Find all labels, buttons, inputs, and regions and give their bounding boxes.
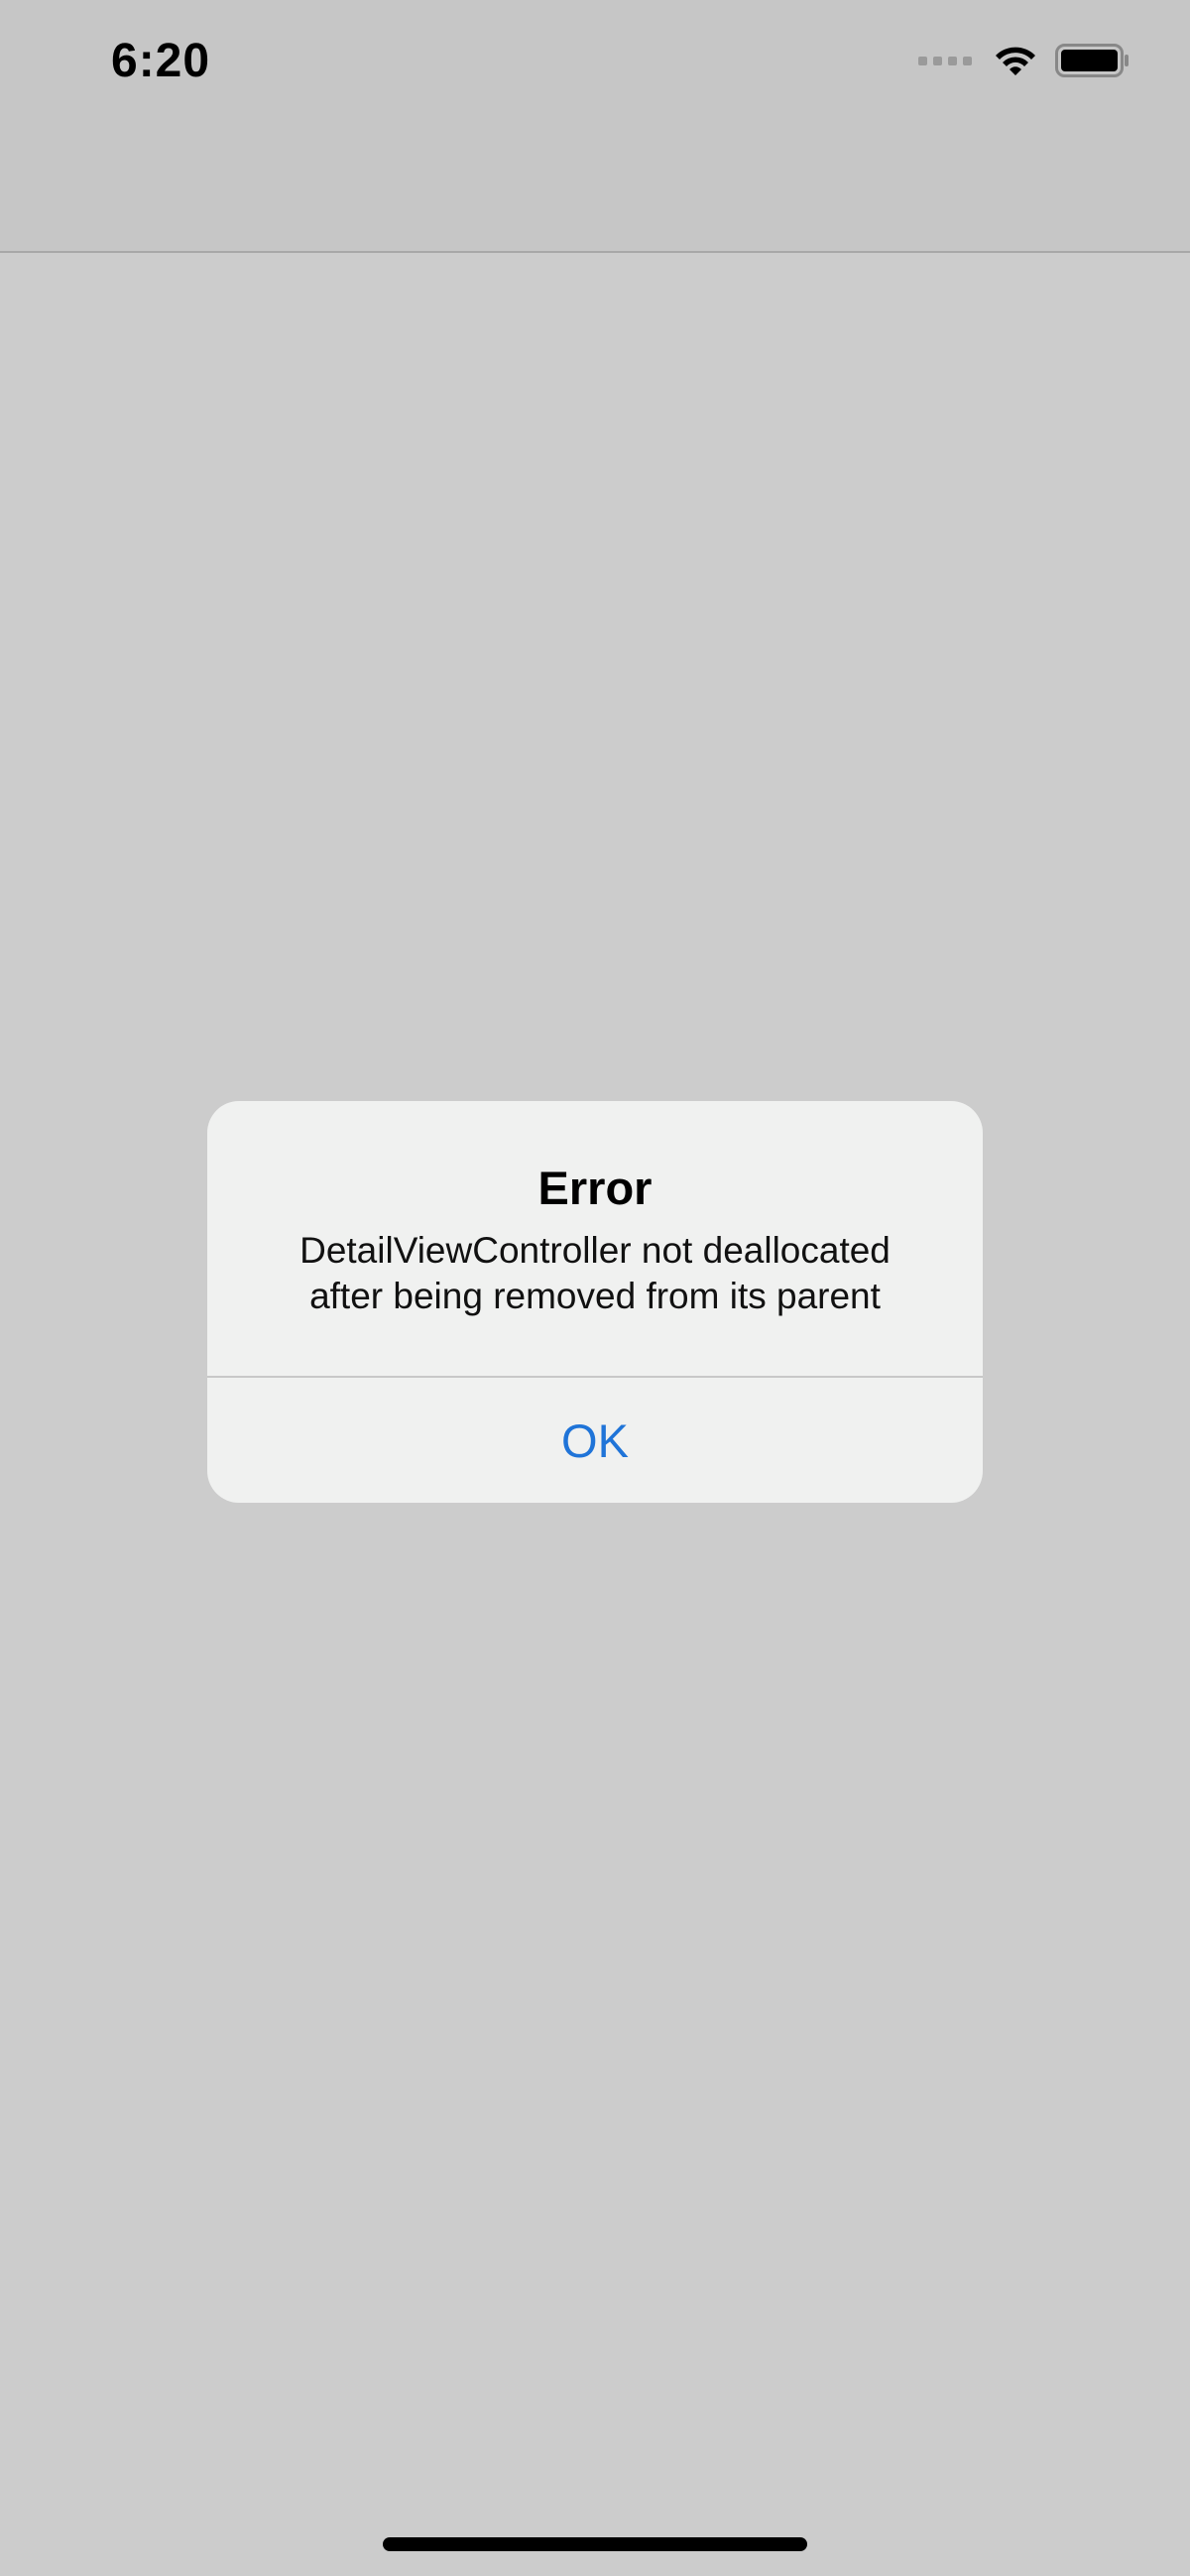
home-indicator[interactable] [383, 2537, 807, 2551]
status-bar: 6:20 [0, 0, 1190, 129]
status-time: 6:20 [111, 35, 211, 87]
wifi-icon [996, 47, 1035, 75]
navigation-bar [0, 129, 1190, 253]
status-icons [918, 44, 1130, 77]
battery-icon [1055, 44, 1129, 77]
ok-button[interactable]: OK [207, 1378, 983, 1503]
alert-message: DetailViewController not deallocated aft… [227, 1228, 963, 1319]
alert-message-line-1: DetailViewController not deallocated [299, 1230, 891, 1271]
signal-icon [918, 56, 972, 65]
alert-title: Error [537, 1162, 653, 1214]
error-alert-dialog: Error DetailViewController not deallocat… [207, 1101, 983, 1503]
alert-message-line-2: after being removed from its parent [309, 1276, 881, 1316]
